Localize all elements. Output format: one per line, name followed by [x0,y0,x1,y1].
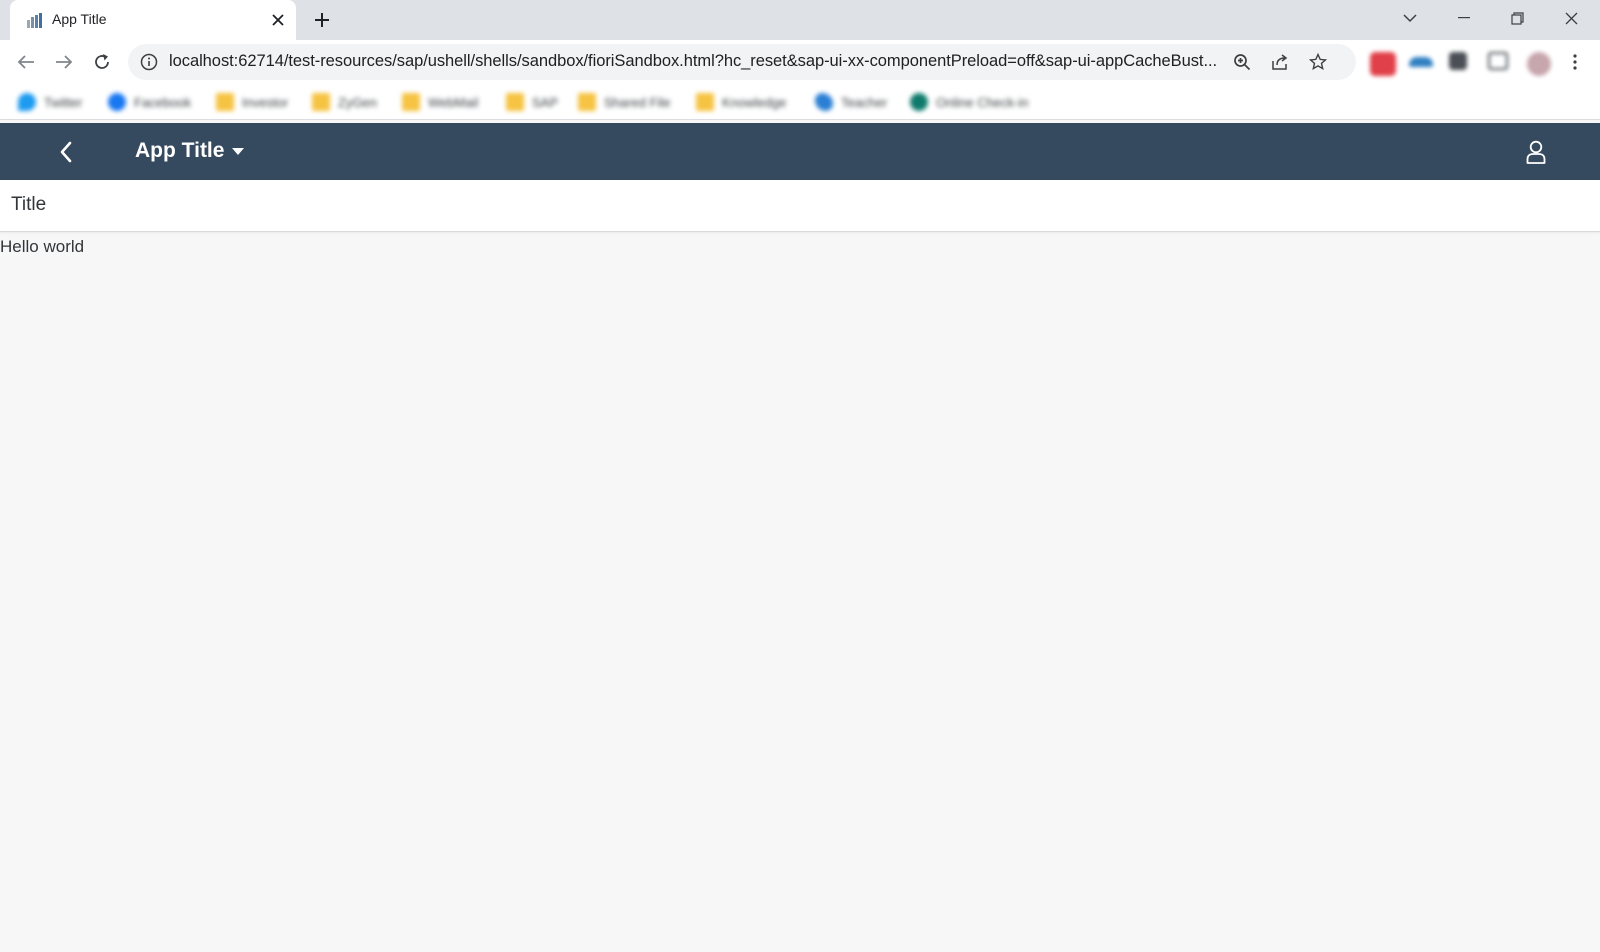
bookmark-online-check-in[interactable]: Online Check-in [910,92,1029,112]
folder-icon [578,93,596,111]
cloud-extension-icon[interactable] [1409,57,1433,67]
chevron-left-icon [60,141,72,163]
app-title-menu-button[interactable]: App Title [135,135,245,167]
facebook-icon [108,93,126,111]
bookmark-star-icon[interactable] [1308,52,1328,72]
reload-icon[interactable] [90,50,114,74]
browser-tab[interactable]: App Title [10,0,296,40]
bookmark-twitter[interactable]: Twitter [18,92,82,112]
bookmark-label: WebMail [428,94,479,110]
teacher-icon [815,93,833,111]
folder-icon [696,93,714,111]
twitter-icon [18,93,36,111]
side-panel-icon[interactable] [1488,52,1508,70]
folder-icon [402,93,420,111]
bookmark-label: ZyGen [338,94,378,110]
folder-icon [506,93,524,111]
bookmark-label: Online Check-in [936,94,1029,110]
close-window-icon[interactable] [1556,6,1586,30]
forward-arrow-icon[interactable] [52,50,76,74]
user-menu-button[interactable] [1520,136,1552,168]
profile-avatar-icon[interactable] [1527,52,1551,76]
tab-title: App Title [52,11,107,27]
bookmark-teacher[interactable]: Teacher [815,92,887,112]
browser-toolbar: localhost:62714/test-resources/sap/ushel… [0,40,1600,84]
bookmark-zygen[interactable]: ZyGen [312,92,377,112]
new-tab-icon[interactable] [311,9,333,31]
bookmark-sap[interactable]: SAP [506,92,558,112]
page-header: Title [0,180,1600,232]
globe-icon [910,93,928,111]
bookmark-webmail[interactable]: WebMail [402,92,478,112]
bookmark-label: Twitter [44,94,83,110]
app-favicon-icon [27,13,42,28]
red-extension-icon[interactable] [1370,52,1396,76]
restore-icon[interactable] [1502,6,1532,30]
folder-icon [216,93,234,111]
bookmark-label: Investor [242,94,289,110]
caret-down-icon [232,147,245,155]
bookmark-knowledge[interactable]: Knowledge [696,92,786,112]
minimize-icon[interactable] [1449,6,1479,30]
share-icon[interactable] [1270,52,1290,72]
page-title: Title [11,194,47,215]
tab-search-chevron-icon[interactable] [1395,6,1425,30]
zoom-icon[interactable] [1232,52,1252,72]
address-bar[interactable]: localhost:62714/test-resources/sap/ushel… [128,44,1356,80]
site-info-icon[interactable] [140,53,158,71]
bookmark-label: Shared File [604,94,671,110]
puzzle-extension-icon[interactable] [1449,52,1467,70]
bookmark-label: Teacher [841,94,888,110]
shell-header: App Title [0,123,1600,180]
bookmark-label: Knowledge [722,94,787,110]
browser-menu-icon[interactable] [1563,50,1587,74]
bookmark-label: Facebook [134,94,192,110]
user-icon [1526,140,1546,164]
app-title: App Title [135,139,225,162]
bookmark-facebook[interactable]: Facebook [108,92,191,112]
browser-tab-strip: App Title [0,0,1600,40]
bookmark-investor[interactable]: Investor [216,92,288,112]
close-tab-icon[interactable] [268,10,288,30]
bookmark-label: SAP [532,94,559,110]
shell-back-button[interactable] [50,136,82,168]
back-arrow-icon[interactable] [14,50,38,74]
content-text: Hello world [0,237,85,256]
folder-icon [312,93,330,111]
bookmark-shared-file[interactable]: Shared File [578,92,670,112]
bookmarks-bar: Twitter Facebook Investor ZyGen WebMail … [0,84,1600,120]
url-text[interactable]: localhost:62714/test-resources/sap/ushel… [169,52,1235,71]
